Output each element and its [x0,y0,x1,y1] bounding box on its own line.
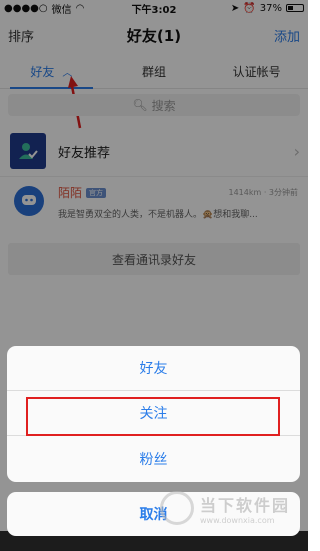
highlight-annotation [26,397,280,436]
watermark: 当下软件园 www.downxia.com [160,486,300,530]
watermark-text: 当下软件园 www.downxia.com [200,492,290,525]
watermark-url: www.downxia.com [200,515,275,525]
sheet-item-friends[interactable]: 好友 [7,346,300,391]
watermark-cn: 当下软件园 [200,495,291,515]
watermark-logo-icon [160,491,194,525]
sheet-item-fans[interactable]: 粉丝 [7,436,300,481]
